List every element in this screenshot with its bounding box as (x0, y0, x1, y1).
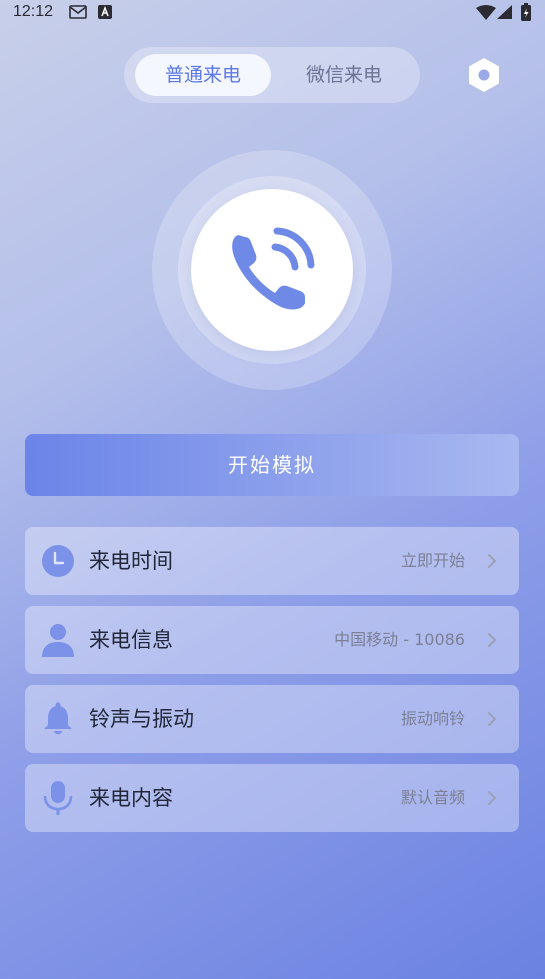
status-bar: 12:12 (0, 0, 545, 26)
chevron-right-icon (488, 791, 497, 805)
start-simulation-button[interactable]: 开始模拟 (25, 434, 519, 496)
row-value: 振动响铃 (400, 709, 465, 728)
setting-row-call-info[interactable]: 来电信息 中国移动 - 10086 (25, 606, 519, 674)
row-label: 来电信息 (89, 628, 173, 652)
tab-wechat-call[interactable]: 微信来电 (279, 54, 409, 96)
chevron-right-icon (488, 554, 497, 568)
row-value: 中国移动 - 10086 (334, 630, 465, 649)
bell-icon (44, 702, 72, 734)
setting-row-ringtone[interactable]: 铃声与振动 振动响铃 (25, 685, 519, 753)
mail-notification-icon (69, 5, 87, 19)
row-label: 铃声与振动 (89, 707, 194, 731)
call-type-switch: 普通来电 微信来电 (124, 47, 420, 103)
battery-icon (521, 3, 531, 21)
setting-row-call-time[interactable]: 来电时间 立即开始 (25, 527, 519, 595)
microphone-icon (43, 781, 73, 815)
row-value: 默认音频 (400, 788, 465, 807)
phone-call-icon (232, 227, 315, 310)
wifi-icon (476, 5, 496, 20)
text-notification-icon (98, 5, 112, 19)
person-icon (42, 624, 74, 657)
status-time: 12:12 (13, 3, 54, 20)
setting-row-call-content[interactable]: 来电内容 默认音频 (25, 764, 519, 832)
signal-icon (497, 5, 512, 19)
chevron-right-icon (488, 633, 497, 647)
tab-normal-call[interactable]: 普通来电 (135, 54, 271, 96)
row-label: 来电时间 (89, 549, 173, 573)
chevron-right-icon (488, 712, 497, 726)
clock-icon (42, 545, 74, 577)
settings-icon[interactable] (464, 55, 504, 95)
row-value: 立即开始 (400, 551, 465, 570)
row-label: 来电内容 (89, 786, 173, 810)
